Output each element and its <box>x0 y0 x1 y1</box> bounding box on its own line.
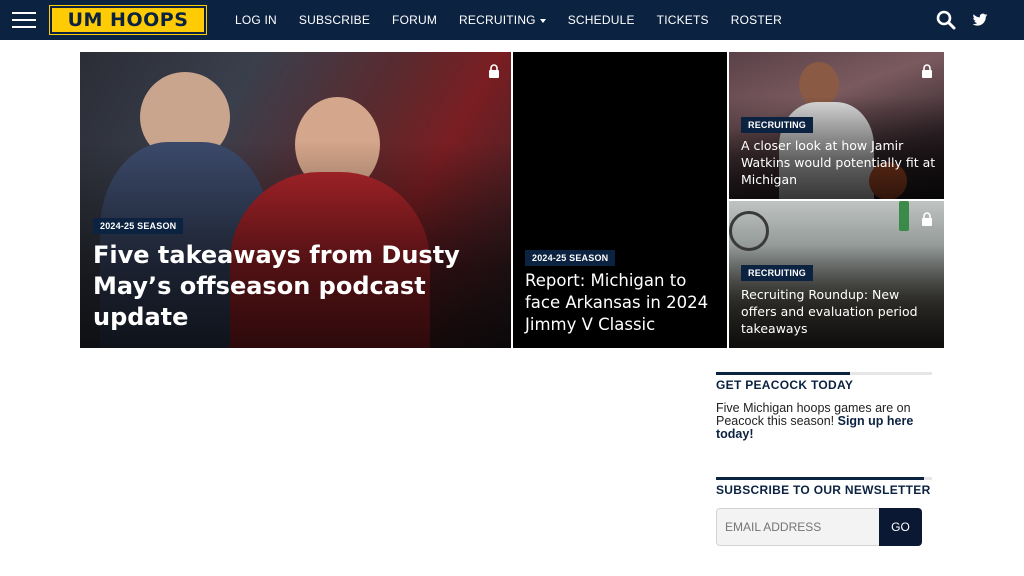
search-icon[interactable] <box>936 10 956 30</box>
site-logo[interactable]: UM HOOPS <box>49 5 207 35</box>
email-input[interactable] <box>716 508 879 546</box>
hero-article-middle[interactable]: 2024-25 SEASON Report: Michigan to face … <box>513 52 727 348</box>
article-headline[interactable]: A closer look at how Jamir Watkins would… <box>741 137 937 188</box>
twitter-icon[interactable] <box>972 12 988 28</box>
widget-divider <box>716 477 932 480</box>
lock-icon <box>922 212 932 226</box>
hero-article-main[interactable]: 2024-25 SEASON Five takeaways from Dusty… <box>80 52 511 348</box>
category-tag[interactable]: RECRUITING <box>741 265 813 281</box>
nav-link-tickets[interactable]: TICKETS <box>646 13 720 27</box>
lock-icon <box>922 64 932 78</box>
hero-article-bottom-right[interactable]: RECRUITING Recruiting Roundup: New offer… <box>729 201 944 348</box>
article-headline[interactable]: Report: Michigan to face Arkansas in 202… <box>525 270 721 336</box>
photo-figure <box>899 201 909 231</box>
category-tag[interactable]: RECRUITING <box>741 117 813 133</box>
nav-link-recruiting[interactable]: RECRUITING <box>448 13 557 27</box>
article-headline[interactable]: Recruiting Roundup: New offers and evalu… <box>741 286 937 337</box>
peacock-promo-text: Five Michigan hoops games are on Peacock… <box>716 402 916 441</box>
lock-icon <box>489 64 499 78</box>
widget-title-newsletter: SUBSCRIBE TO OUR NEWSLETTER <box>716 483 931 497</box>
hero-article-top-right[interactable]: RECRUITING A closer look at how Jamir Wa… <box>729 52 944 199</box>
nav-link-recruiting-label: RECRUITING <box>459 13 536 27</box>
widget-title-peacock: GET PEACOCK TODAY <box>716 378 854 392</box>
nav-link-forum[interactable]: FORUM <box>381 13 448 27</box>
nav-link-roster[interactable]: ROSTER <box>720 13 793 27</box>
hamburger-menu-icon[interactable] <box>12 12 36 28</box>
logo-text: UM HOOPS <box>67 9 189 31</box>
widget-divider <box>716 372 932 375</box>
category-tag[interactable]: 2024-25 SEASON <box>93 218 184 234</box>
nav-link-subscribe[interactable]: SUBSCRIBE <box>288 13 381 27</box>
article-headline[interactable]: Five takeaways from Dusty May’s offseaso… <box>93 240 493 333</box>
nav-links: LOG IN SUBSCRIBE FORUM RECRUITING SCHEDU… <box>224 0 793 40</box>
nav-link-log-in[interactable]: LOG IN <box>224 13 288 27</box>
top-nav: UM HOOPS LOG IN SUBSCRIBE FORUM RECRUITI… <box>0 0 1024 40</box>
category-tag[interactable]: 2024-25 SEASON <box>525 250 616 266</box>
nav-link-schedule[interactable]: SCHEDULE <box>557 13 646 27</box>
newsletter-go-button[interactable]: GO <box>879 508 922 546</box>
chevron-down-icon <box>539 18 546 23</box>
